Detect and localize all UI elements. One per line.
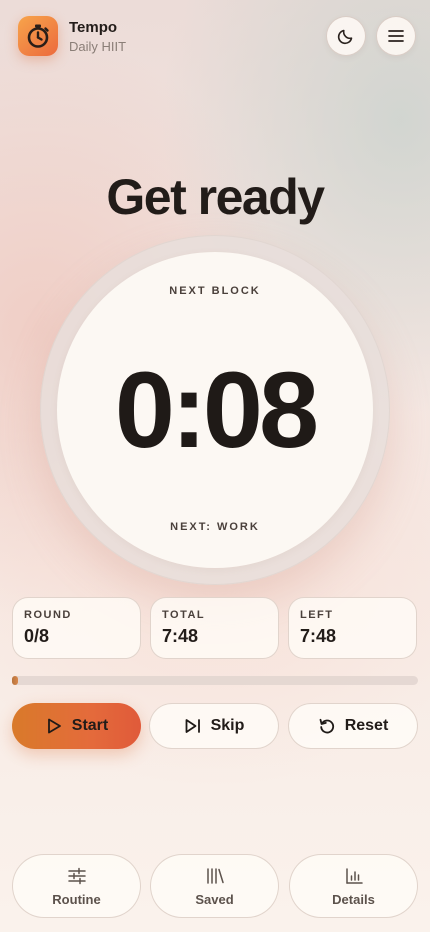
stat-left: LEFT 7:48 [288, 597, 417, 659]
moon-icon [336, 26, 356, 46]
nav-label: Details [332, 891, 375, 907]
start-button[interactable]: Start [12, 703, 141, 749]
bar-chart-icon [344, 866, 364, 886]
sliders-icon [67, 866, 87, 886]
reset-label: Reset [344, 717, 389, 734]
timer-countdown: 0:08 [114, 349, 319, 470]
stat-value: 0/8 [24, 626, 50, 646]
stat-label: TOTAL [162, 609, 206, 621]
stat-value: 7:48 [300, 626, 337, 646]
nav-label: Routine [52, 891, 101, 907]
timer-top-label: NEXT BLOCK [169, 285, 261, 297]
hamburger-menu-icon [387, 27, 405, 45]
app-name: Tempo [69, 19, 118, 36]
reset-icon [318, 717, 336, 735]
workout-progress-fill [12, 676, 18, 685]
workout-progress-bar [12, 676, 418, 685]
nav-label: Saved [195, 891, 234, 907]
skip-button[interactable]: Skip [149, 703, 279, 749]
skip-next-icon [184, 717, 202, 735]
start-label: Start [71, 717, 109, 734]
stat-label: ROUND [24, 609, 72, 621]
nav-routine[interactable]: Routine [12, 854, 141, 918]
skip-label: Skip [210, 717, 245, 734]
menu-button[interactable] [376, 16, 416, 56]
stat-total: TOTAL 7:48 [150, 597, 279, 659]
app-subtitle: Daily HIIT [69, 39, 127, 54]
play-icon [45, 717, 63, 735]
reset-button[interactable]: Reset [288, 703, 418, 749]
nav-saved[interactable]: Saved [150, 854, 279, 918]
library-icon [205, 866, 225, 886]
stat-value: 7:48 [162, 626, 199, 646]
stat-label: LEFT [300, 609, 334, 621]
stat-round: ROUND 0/8 [12, 597, 141, 659]
timer-next-label: NEXT: WORK [170, 521, 260, 533]
status-title: Get ready [106, 169, 325, 225]
theme-toggle-button[interactable] [326, 16, 366, 56]
app-header: Tempo Daily HIIT [18, 16, 416, 58]
nav-details[interactable]: Details [289, 854, 418, 918]
stopwatch-icon [18, 16, 58, 56]
